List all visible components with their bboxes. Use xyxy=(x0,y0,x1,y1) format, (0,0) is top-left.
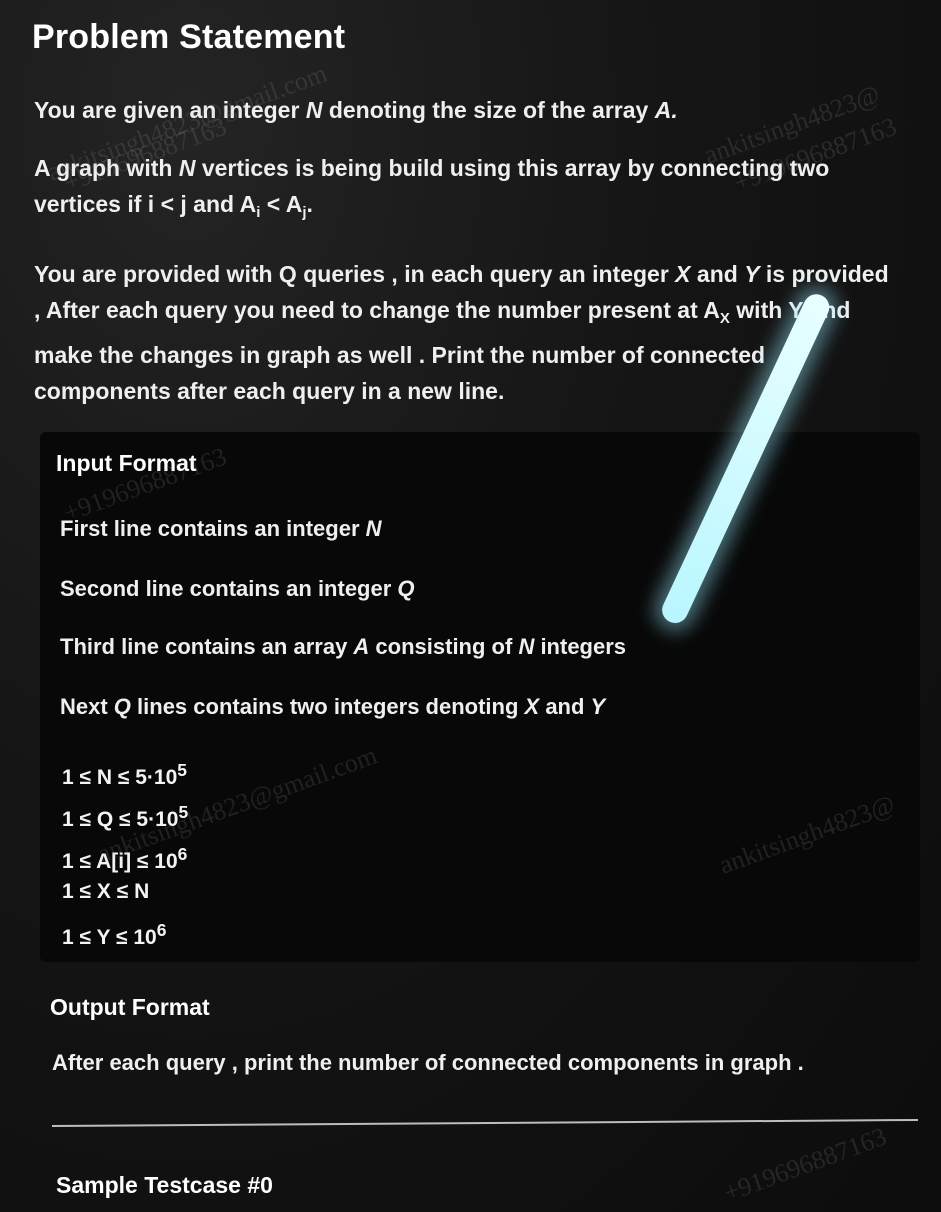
constraint-n: 1 ≤ N ≤ 5·105 xyxy=(62,760,187,789)
section-divider xyxy=(52,1118,918,1128)
watermark-phone: +919696887163 xyxy=(720,1121,891,1208)
input-format-heading: Input Format xyxy=(56,450,197,476)
problem-intro: You are given an integer N denoting the … xyxy=(34,97,678,123)
input-line-2: Second line contains an integer Q xyxy=(60,576,415,601)
input-line-3: Third line contains an array A consistin… xyxy=(60,634,627,659)
input-line-4: Next Q lines contains two integers denot… xyxy=(60,694,606,719)
constraint-q: 1 ≤ Q ≤ 5·105 xyxy=(62,802,189,831)
page-title: Problem Statement xyxy=(32,18,346,56)
sample-testcase-heading: Sample Testcase #0 xyxy=(56,1172,273,1198)
problem-page: Problem Statement You are given an integ… xyxy=(0,0,941,1212)
input-line-1: First line contains an integer N xyxy=(60,516,382,541)
output-format-heading: Output Format xyxy=(50,994,210,1020)
constraint-x: 1 ≤ X ≤ N xyxy=(62,880,150,903)
graph-description: A graph with N vertices is being build u… xyxy=(34,155,830,221)
constraint-a: 1 ≤ A[i] ≤ 106 xyxy=(62,844,188,873)
output-format-text: After each query , print the number of c… xyxy=(52,1050,804,1075)
constraint-y: 1 ≤ Y ≤ 106 xyxy=(62,920,167,949)
